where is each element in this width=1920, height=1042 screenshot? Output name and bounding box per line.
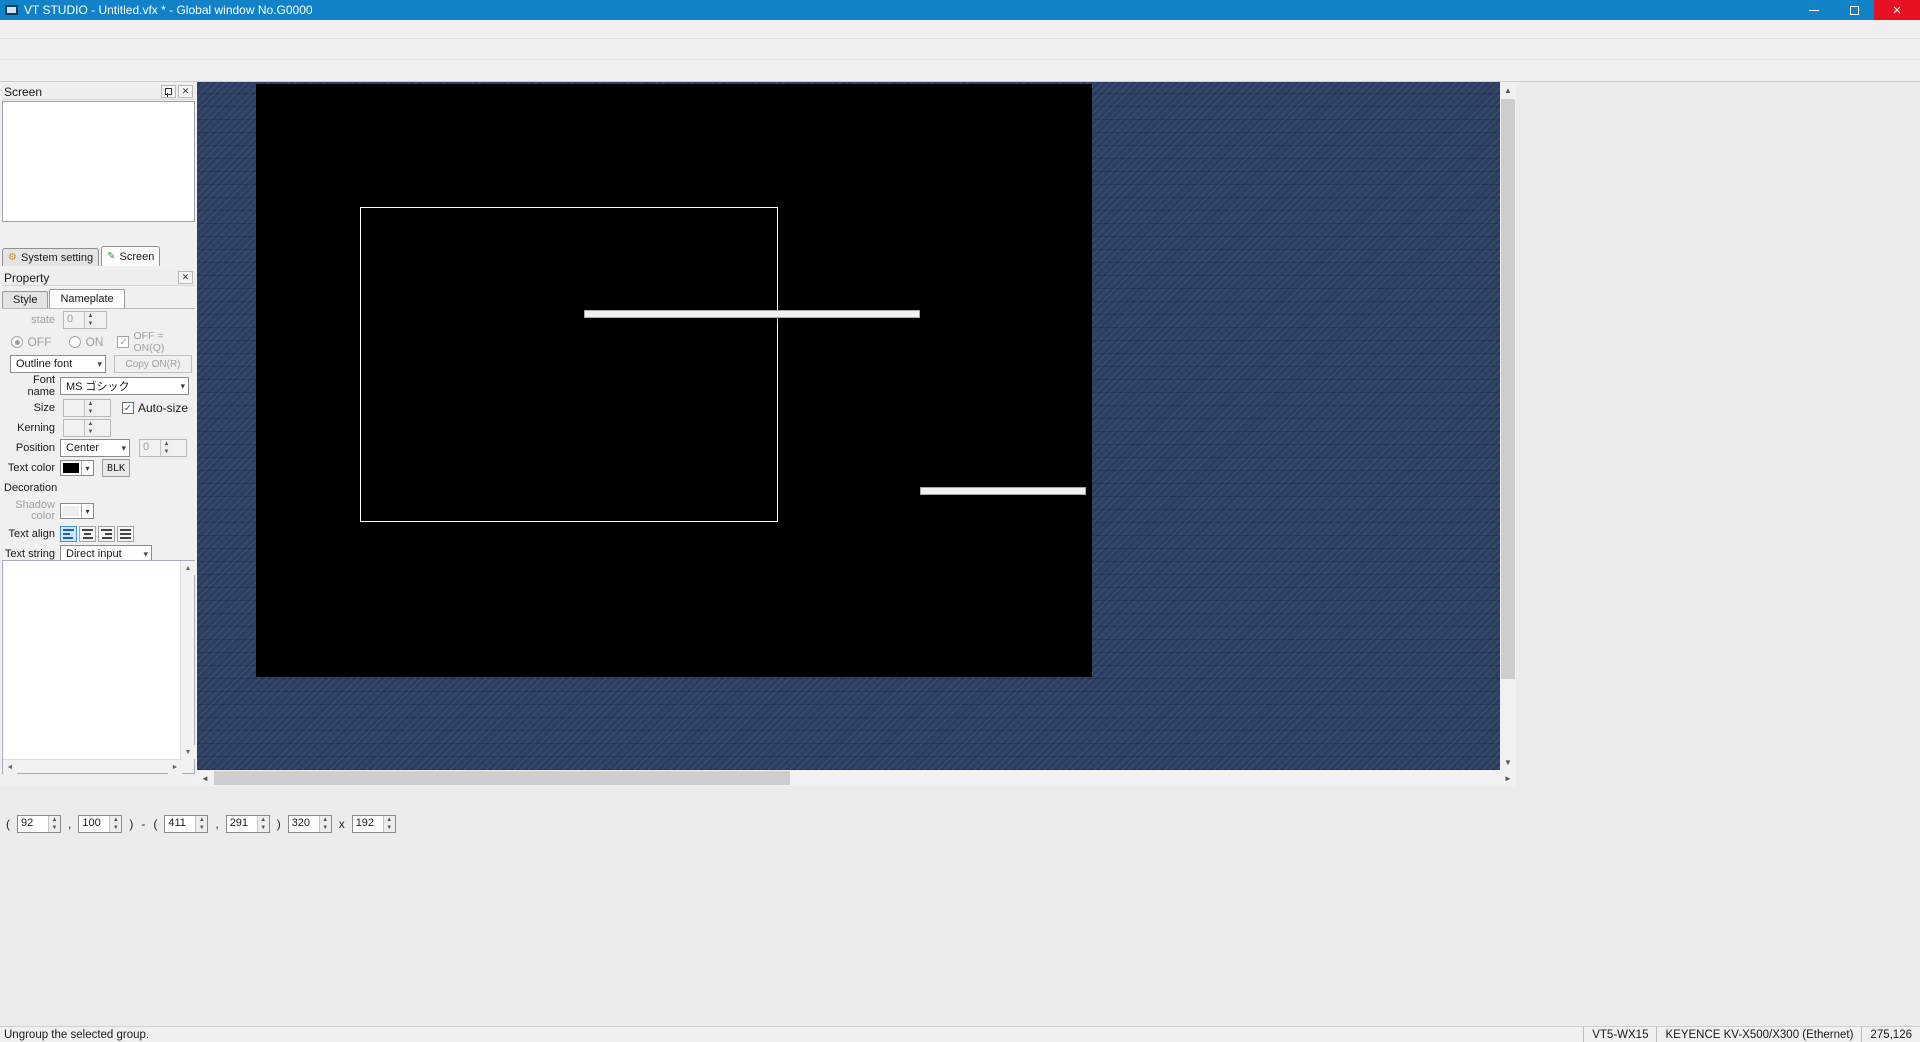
shadow-color-swatch[interactable]: ▾ — [60, 503, 94, 519]
tab-style[interactable]: Style — [2, 291, 48, 308]
off-eq-on-checkbox[interactable]: ✓ — [117, 336, 129, 348]
canvas-scroll-up-icon[interactable]: ▲ — [1500, 82, 1516, 98]
text-color-label: Text color — [4, 462, 60, 474]
property-body: state 0 ▲▼ OFF ON ✓ OFF = ON(Q) Outline … — [2, 310, 195, 564]
pin-icon[interactable] — [161, 85, 176, 98]
kerning-spinner[interactable]: ▲▼ — [63, 419, 111, 437]
property-tabs: Style Nameplate — [2, 289, 195, 309]
text-string-label: Text string — [4, 548, 60, 560]
font-name-label: Font name — [4, 374, 60, 398]
align-center-button[interactable] — [79, 526, 96, 542]
status-plc: KEYENCE KV-X500/X300 (Ethernet) — [1656, 1027, 1861, 1042]
editor-canvas[interactable] — [197, 82, 1500, 770]
off-label: OFF — [27, 335, 51, 349]
kerning-label: Kerning — [4, 422, 60, 434]
app-icon — [5, 5, 18, 15]
size-label: Size — [4, 402, 60, 414]
width-spinner[interactable]: 320▲▼ — [288, 815, 332, 833]
group-submenu — [920, 487, 1086, 495]
tab-screen[interactable]: ✎ Screen — [101, 246, 160, 266]
on-label: ON — [85, 335, 103, 349]
text-align-label: Text align — [4, 528, 60, 540]
scroll-left-icon[interactable]: ◄ — [3, 760, 17, 774]
screen-edit-icon: ✎ — [107, 251, 115, 262]
close-property-icon[interactable]: ✕ — [178, 271, 193, 284]
property-scroll-area: ▲ ▼ ◄ ► — [2, 560, 195, 774]
blk-button[interactable]: BLK — [102, 459, 130, 477]
scroll-right-icon[interactable]: ► — [168, 760, 182, 774]
canvas-scroll-down-icon[interactable]: ▼ — [1500, 754, 1516, 770]
x1-spinner[interactable]: 92▲▼ — [17, 815, 61, 833]
titlebar: VT STUDIO - Untitled.vfx * - Global wind… — [0, 0, 1920, 20]
tab-nameplate[interactable]: Nameplate — [49, 289, 124, 308]
text-color-swatch[interactable]: ▾ — [60, 460, 94, 476]
canvas-horizontal-scrollbar[interactable]: ◄ ► — [197, 770, 1516, 786]
menubar — [0, 20, 1920, 39]
off-radio[interactable] — [11, 336, 23, 348]
state-label: state — [4, 314, 60, 326]
canvas-scroll-right-icon[interactable]: ► — [1500, 770, 1516, 786]
close-panel-icon[interactable]: ✕ — [178, 85, 193, 98]
shadow-color-label: Shadow color — [4, 500, 60, 522]
maximize-button[interactable] — [1834, 0, 1874, 20]
align-left-button[interactable] — [60, 526, 77, 542]
window-title: VT STUDIO - Untitled.vfx * - Global wind… — [24, 3, 313, 17]
status-model: VT5-WX15 — [1583, 1027, 1656, 1042]
close-button[interactable]: ✕ — [1874, 0, 1920, 20]
decoration-label: Decoration — [4, 482, 60, 494]
scroll-up-icon[interactable]: ▲ — [181, 561, 195, 575]
y2-spinner[interactable]: 291▲▼ — [226, 815, 270, 833]
property-panel-title: Property — [4, 271, 49, 285]
screen-panel-title: Screen — [4, 85, 42, 99]
position-label: Position — [4, 442, 60, 454]
height-spinner[interactable]: 192▲▼ — [352, 815, 396, 833]
sidebar: Screen ✕ ⚙ System setting ✎ Screen Prope… — [0, 82, 197, 786]
minimize-button[interactable] — [1794, 0, 1834, 20]
align-right-button[interactable] — [98, 526, 115, 542]
align-justify-button[interactable] — [117, 526, 134, 542]
position-combo[interactable]: Center▾ — [60, 439, 130, 457]
screen-tree — [2, 101, 195, 222]
gear-icon: ⚙ — [8, 252, 17, 263]
global-window-outline — [360, 207, 778, 522]
tab-system-setting[interactable]: ⚙ System setting — [2, 248, 99, 266]
status-message: Ungroup the selected group. — [0, 1029, 1583, 1041]
screen-tools — [2, 226, 195, 244]
copy-on-button[interactable]: Copy ON(R) — [114, 355, 192, 373]
workspace-tabs: ⚙ System setting ✎ Screen — [2, 245, 195, 266]
canvas-vertical-scrollbar[interactable]: ▲ ▼ — [1500, 82, 1516, 770]
screen-panel-header: Screen ✕ — [2, 84, 195, 100]
font-name-combo[interactable]: MS ゴシック▾ — [60, 377, 189, 395]
vertical-scrollbar[interactable]: ▲ ▼ — [180, 561, 194, 773]
scroll-down-icon[interactable]: ▼ — [181, 745, 195, 759]
x2-spinner[interactable]: 411▲▼ — [164, 815, 208, 833]
y1-spinner[interactable]: 100▲▼ — [78, 815, 122, 833]
statusbar: Ungroup the selected group. VT5-WX15 KEY… — [0, 1026, 1920, 1042]
main-toolbar — [0, 39, 1920, 60]
size-spinner[interactable]: ▲▼ — [63, 399, 111, 417]
canvas-scroll-left-icon[interactable]: ◄ — [197, 770, 213, 786]
on-radio[interactable] — [69, 336, 81, 348]
context-menu — [584, 310, 920, 318]
view-toolbar — [0, 60, 1920, 82]
auto-size-label: Auto-size — [138, 401, 188, 415]
off-eq-on-label: OFF = ON(Q) — [133, 330, 193, 354]
horizontal-scrollbar[interactable]: ◄ ► — [3, 759, 182, 773]
status-position: 275,126 — [1861, 1027, 1920, 1042]
vt-studio-window: VT STUDIO - Untitled.vfx * - Global wind… — [0, 0, 1920, 1042]
state-spinner[interactable]: 0 ▲▼ — [63, 311, 107, 329]
font-type-combo[interactable]: Outline font▾ — [10, 355, 106, 373]
position-spinner[interactable]: 0 ▲▼ — [139, 439, 187, 457]
auto-size-checkbox[interactable]: ✓ — [122, 402, 134, 414]
property-panel-header: Property ✕ — [2, 270, 195, 286]
coordinate-row: ( 92▲▼ , 100▲▼ ) - ( 411▲▼ , 291▲▼ ) 320… — [2, 813, 399, 835]
